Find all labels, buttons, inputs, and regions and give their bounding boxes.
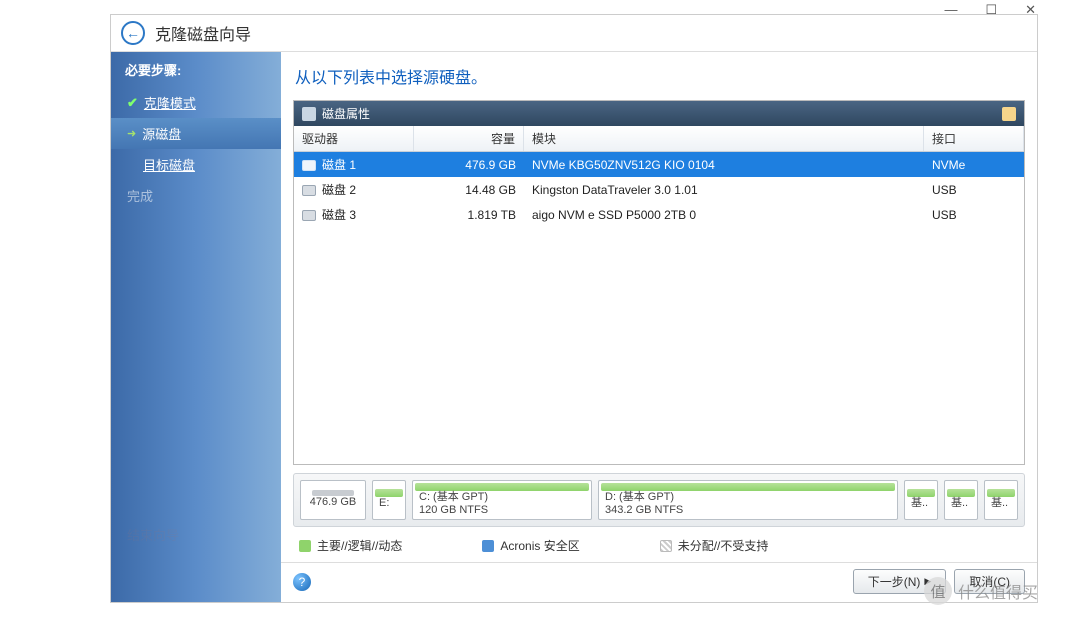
window: — ☐ ✕ ← 克隆磁盘向导 必要步骤: ✔ 克隆模式 ➜ — [0, 0, 1080, 617]
button-label: 下一步(N) — [868, 573, 921, 590]
cell-capacity: 476.9 GB — [414, 156, 524, 174]
swatch-icon — [299, 540, 311, 552]
wizard-frame: ← 克隆磁盘向导 必要步骤: ✔ 克隆模式 ➜ 源磁盘 目标磁盘 — [110, 14, 1038, 603]
step-label: 源磁盘 — [142, 124, 181, 143]
partition-tail[interactable]: 基.. — [984, 480, 1018, 520]
instruction-text: 从以下列表中选择源硬盘。 — [281, 52, 1037, 100]
header: ← 克隆磁盘向导 — [111, 15, 1037, 52]
partition-total[interactable]: 476.9 GB — [300, 480, 366, 520]
partition-map: 476.9 GB E: C: (基本 GPT) 120 GB NTFS — [293, 473, 1025, 527]
legend: 主要//逻辑//动态 Acronis 安全区 未分配//不受支持 — [293, 535, 1025, 556]
partition-detail: 343.2 GB NTFS — [601, 504, 895, 517]
maximize-button[interactable]: ☐ — [985, 2, 997, 18]
total-size: 476.9 GB — [303, 496, 363, 509]
partition-label: 基.. — [947, 497, 975, 510]
check-icon: ✔ — [127, 95, 138, 111]
cell-drive: 磁盘 3 — [322, 208, 356, 222]
partition-e[interactable]: E: — [372, 480, 406, 520]
button-label: 取消(C) — [969, 573, 1010, 590]
partition-label: C: (基本 GPT) — [415, 491, 589, 504]
footer: ? 下一步(N) ▶ 取消(C) — [281, 562, 1037, 602]
partition-c[interactable]: C: (基本 GPT) 120 GB NTFS — [412, 480, 592, 520]
swatch-icon — [660, 540, 672, 552]
table-header: 驱动器 容量 模块 接口 — [294, 126, 1024, 152]
partition-label: E: — [375, 497, 403, 510]
wizard-title: 克隆磁盘向导 — [155, 21, 251, 45]
cell-model: Kingston DataTraveler 3.0 1.01 — [524, 181, 924, 199]
partition-detail: 120 GB NTFS — [415, 504, 589, 517]
panel-title: 磁盘属性 — [322, 105, 370, 122]
next-button[interactable]: 下一步(N) ▶ — [853, 569, 947, 594]
step-target-disk[interactable]: 目标磁盘 — [111, 149, 281, 180]
col-model[interactable]: 模块 — [524, 126, 924, 151]
cell-capacity: 1.819 TB — [414, 206, 524, 224]
drive-icon — [302, 185, 316, 196]
panel-header: 磁盘属性 — [294, 101, 1024, 126]
cell-iface: NVMe — [924, 156, 1024, 174]
partition-label: D: (基本 GPT) — [601, 491, 895, 504]
close-button[interactable]: ✕ — [1025, 2, 1036, 18]
step-label: 完成 — [127, 186, 153, 205]
table-row[interactable]: 磁盘 1 476.9 GB NVMe KBG50ZNV512G KIO 0104… — [294, 152, 1024, 177]
sidebar-heading: 必要步骤: — [111, 52, 281, 87]
partition-label: 基.. — [987, 497, 1015, 510]
col-capacity[interactable]: 容量 — [414, 126, 524, 151]
panel-action-icon[interactable] — [1002, 107, 1016, 121]
col-drive[interactable]: 驱动器 — [294, 126, 414, 151]
cell-model: aigo NVM e SSD P5000 2TB 0 — [524, 206, 924, 224]
legend-acronis: Acronis 安全区 — [482, 537, 579, 554]
cell-drive: 磁盘 2 — [322, 183, 356, 197]
step-label: 克隆模式 — [144, 93, 196, 112]
chevron-right-icon: ▶ — [924, 576, 931, 587]
step-clone-mode[interactable]: ✔ 克隆模式 — [111, 87, 281, 118]
step-source-disk[interactable]: ➜ 源磁盘 — [111, 118, 281, 149]
partition-label: 基.. — [907, 497, 935, 510]
step-finish: 完成 — [111, 180, 281, 211]
cancel-button[interactable]: 取消(C) — [954, 569, 1025, 594]
cell-capacity: 14.48 GB — [414, 181, 524, 199]
cell-iface: USB — [924, 181, 1024, 199]
disk-icon — [302, 107, 316, 121]
disk-table: 磁盘属性 驱动器 容量 模块 接口 磁盘 1 — [293, 100, 1025, 465]
back-button[interactable]: ← — [121, 21, 145, 45]
help-icon[interactable]: ? — [293, 573, 311, 591]
partition-d[interactable]: D: (基本 GPT) 343.2 GB NTFS — [598, 480, 898, 520]
table-row[interactable]: 磁盘 3 1.819 TB aigo NVM e SSD P5000 2TB 0… — [294, 202, 1024, 227]
cell-iface: USB — [924, 206, 1024, 224]
sidebar-watermark: 结束向导 — [127, 525, 179, 544]
main-panel: 从以下列表中选择源硬盘。 磁盘属性 驱动器 容量 模块 — [281, 52, 1037, 602]
minimize-button[interactable]: — — [944, 2, 957, 18]
cell-model: NVMe KBG50ZNV512G KIO 0104 — [524, 156, 924, 174]
col-interface[interactable]: 接口 — [924, 126, 1024, 151]
swatch-icon — [482, 540, 494, 552]
drive-icon — [302, 160, 316, 171]
sidebar: 必要步骤: ✔ 克隆模式 ➜ 源磁盘 目标磁盘 完成 结 — [111, 52, 281, 602]
legend-unallocated: 未分配//不受支持 — [660, 537, 769, 554]
drive-icon — [302, 210, 316, 221]
table-row[interactable]: 磁盘 2 14.48 GB Kingston DataTraveler 3.0 … — [294, 177, 1024, 202]
partition-tail[interactable]: 基.. — [904, 480, 938, 520]
step-label: 目标磁盘 — [143, 155, 195, 174]
partition-tail[interactable]: 基.. — [944, 480, 978, 520]
arrow-icon: ➜ — [127, 127, 136, 140]
cell-drive: 磁盘 1 — [322, 158, 356, 172]
window-controls: — ☐ ✕ — [944, 2, 1036, 18]
arrow-left-icon: ← — [126, 26, 140, 40]
legend-primary: 主要//逻辑//动态 — [299, 537, 402, 554]
